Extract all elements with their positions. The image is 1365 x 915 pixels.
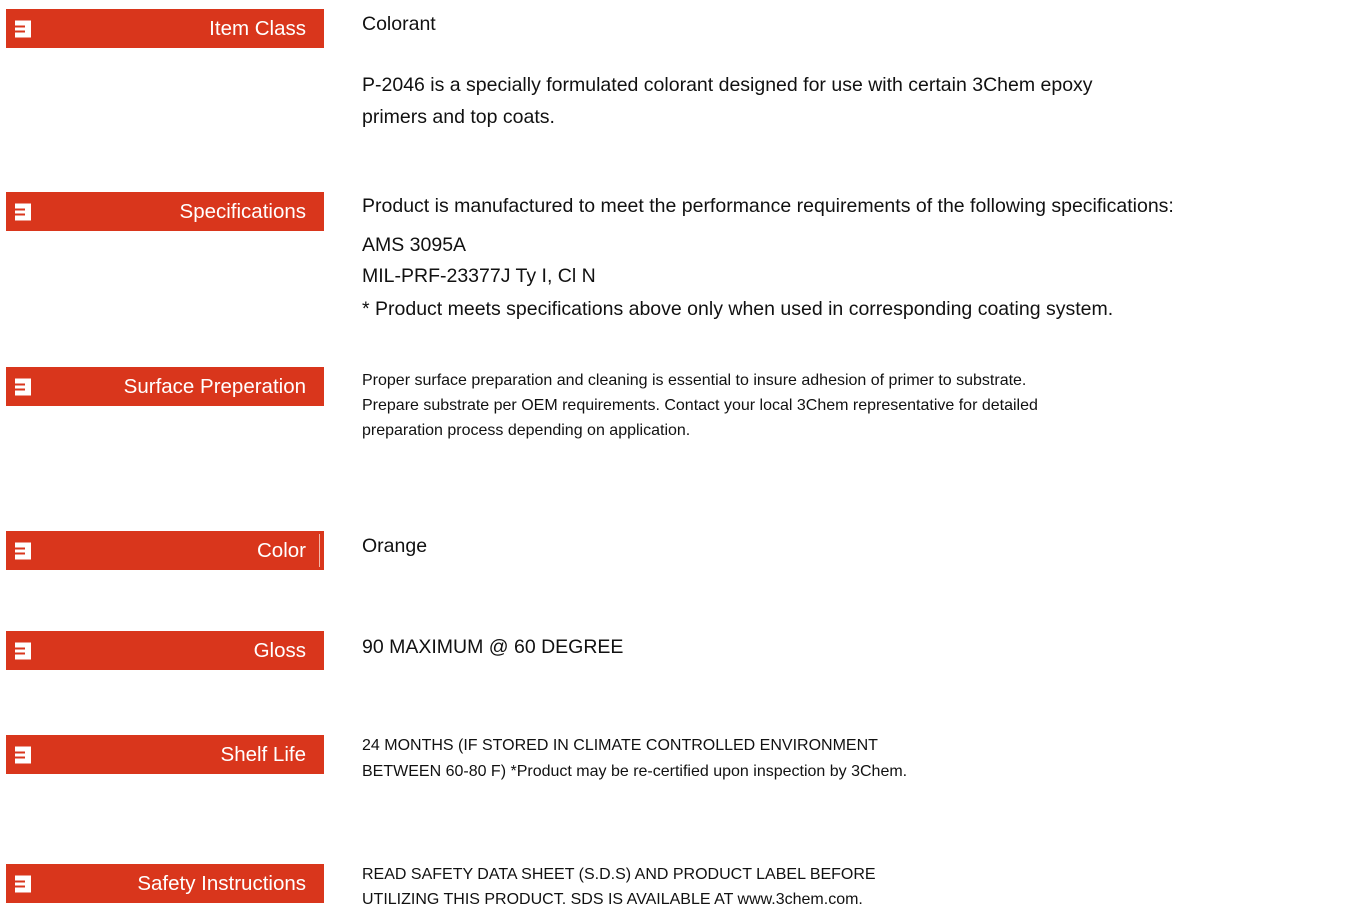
specification-item: MIL-PRF-23377J Ty I, Cl N bbox=[362, 265, 596, 287]
surface-preparation-line-2: Prepare substrate per OEM requirements. … bbox=[362, 397, 1038, 414]
item-class-value: Colorant bbox=[362, 13, 436, 35]
section-label: Shelf Life bbox=[220, 742, 306, 766]
section-label: Safety Instructions bbox=[137, 871, 306, 895]
safety-instructions-line-2: UTILIZING THIS PRODUCT. SDS IS AVAILABLE… bbox=[362, 891, 863, 908]
specification-item: AMS 3095A bbox=[362, 234, 467, 256]
list-icon bbox=[15, 642, 31, 659]
safety-instructions-line-1: READ SAFETY DATA SHEET (S.D.S) AND PRODU… bbox=[362, 866, 876, 883]
specifications-note: * Product meets specifications above onl… bbox=[362, 298, 1114, 320]
divider bbox=[319, 534, 320, 567]
list-icon bbox=[15, 20, 31, 37]
section-label: Specifications bbox=[179, 199, 306, 223]
section-label: Surface Preperation bbox=[123, 374, 306, 398]
gloss-value: 90 MAXIMUM @ 60 DEGREE bbox=[362, 636, 624, 658]
item-class-description-line-2: primers and top coats. bbox=[362, 106, 555, 128]
shelf-life-line-1: 24 MONTHS (IF STORED IN CLIMATE CONTROLL… bbox=[362, 737, 878, 754]
specifications-intro: Product is manufactured to meet the perf… bbox=[362, 195, 1174, 217]
color-value: Orange bbox=[362, 535, 428, 557]
section-header-surface-preperation: Surface Preperation bbox=[6, 367, 324, 406]
section-header-specifications: Specifications bbox=[6, 192, 324, 231]
list-icon bbox=[15, 746, 31, 763]
list-icon bbox=[15, 542, 31, 559]
section-header-shelf-life: Shelf Life bbox=[6, 735, 324, 774]
surface-preparation-line-3: preparation process depending on applica… bbox=[362, 422, 691, 439]
list-icon bbox=[15, 875, 31, 892]
item-class-description-line-1: P-2046 is a specially formulated coloran… bbox=[362, 74, 1093, 96]
list-icon bbox=[15, 203, 31, 220]
section-label: Item Class bbox=[209, 16, 306, 40]
shelf-life-line-2: BETWEEN 60-80 F) *Product may be re-cert… bbox=[362, 763, 908, 780]
section-header-color: Color bbox=[6, 531, 324, 570]
section-header-gloss: Gloss bbox=[6, 631, 324, 670]
section-label: Gloss bbox=[253, 638, 306, 662]
section-header-safety-instructions: Safety Instructions bbox=[6, 864, 324, 903]
list-icon bbox=[15, 378, 31, 395]
surface-preparation-line-1: Proper surface preparation and cleaning … bbox=[362, 372, 1027, 389]
section-header-item-class: Item Class bbox=[6, 9, 324, 48]
section-label: Color bbox=[257, 538, 306, 562]
